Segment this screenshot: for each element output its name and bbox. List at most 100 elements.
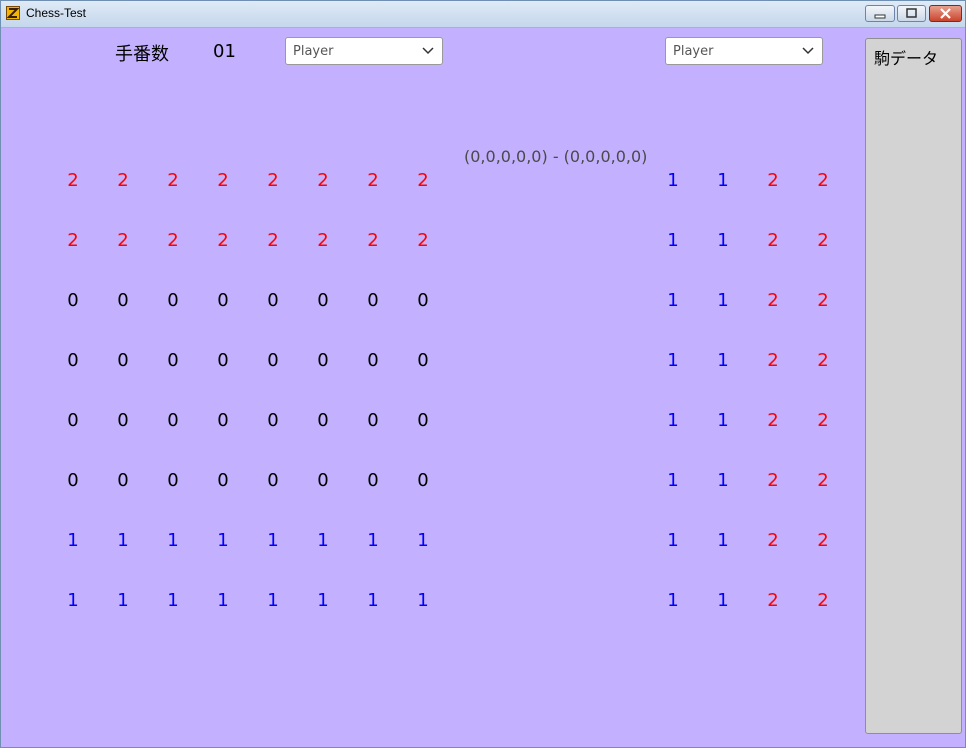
side-board-cell-r2-c3[interactable]: 2 (758, 229, 788, 253)
board-cell-r1-c3[interactable]: 2 (158, 169, 188, 193)
board-cell-r8-c8[interactable]: 1 (408, 589, 438, 613)
board-cell-r1-c7[interactable]: 2 (358, 169, 388, 193)
board-cell-r3-c5[interactable]: 0 (258, 289, 288, 313)
board-cell-r7-c3[interactable]: 1 (158, 529, 188, 553)
side-board-cell-r1-c2[interactable]: 1 (708, 169, 738, 193)
side-board-cell-r5-c2[interactable]: 1 (708, 409, 738, 433)
side-board-cell-r5-c1[interactable]: 1 (658, 409, 688, 433)
side-board-cell-r8-c3[interactable]: 2 (758, 589, 788, 613)
side-board-cell-r6-c3[interactable]: 2 (758, 469, 788, 493)
board-cell-r6-c6[interactable]: 0 (308, 469, 338, 493)
board-cell-r2-c4[interactable]: 2 (208, 229, 238, 253)
side-board-cell-r1-c1[interactable]: 1 (658, 169, 688, 193)
board-cell-r2-c7[interactable]: 2 (358, 229, 388, 253)
board-cell-r1-c6[interactable]: 2 (308, 169, 338, 193)
side-board-cell-r1-c3[interactable]: 2 (758, 169, 788, 193)
board-cell-r3-c3[interactable]: 0 (158, 289, 188, 313)
board-cell-r7-c4[interactable]: 1 (208, 529, 238, 553)
side-board-cell-r4-c1[interactable]: 1 (658, 349, 688, 373)
side-board-cell-r2-c1[interactable]: 1 (658, 229, 688, 253)
side-board-cell-r2-c4[interactable]: 2 (808, 229, 838, 253)
side-board-cell-r7-c1[interactable]: 1 (658, 529, 688, 553)
board-cell-r3-c6[interactable]: 0 (308, 289, 338, 313)
side-board-cell-r4-c3[interactable]: 2 (758, 349, 788, 373)
side-board-cell-r2-c2[interactable]: 1 (708, 229, 738, 253)
board-cell-r4-c7[interactable]: 0 (358, 349, 388, 373)
board-cell-r3-c4[interactable]: 0 (208, 289, 238, 313)
side-board-cell-r5-c4[interactable]: 2 (808, 409, 838, 433)
side-board-cell-r6-c4[interactable]: 2 (808, 469, 838, 493)
side-board-cell-r8-c1[interactable]: 1 (658, 589, 688, 613)
side-board-cell-r4-c2[interactable]: 1 (708, 349, 738, 373)
board-cell-r1-c1[interactable]: 2 (58, 169, 88, 193)
board-cell-r2-c6[interactable]: 2 (308, 229, 338, 253)
side-board-cell-r6-c2[interactable]: 1 (708, 469, 738, 493)
board-cell-r8-c4[interactable]: 1 (208, 589, 238, 613)
side-board-cell-r1-c4[interactable]: 2 (808, 169, 838, 193)
board-cell-r8-c5[interactable]: 1 (258, 589, 288, 613)
board-cell-r4-c8[interactable]: 0 (408, 349, 438, 373)
board-cell-r7-c7[interactable]: 1 (358, 529, 388, 553)
left-player-select[interactable]: Player (285, 37, 443, 65)
right-player-select[interactable]: Player (665, 37, 823, 65)
board-cell-r6-c1[interactable]: 0 (58, 469, 88, 493)
board-cell-r4-c4[interactable]: 0 (208, 349, 238, 373)
side-board-cell-r5-c3[interactable]: 2 (758, 409, 788, 433)
board-cell-r4-c6[interactable]: 0 (308, 349, 338, 373)
board-cell-r5-c8[interactable]: 0 (408, 409, 438, 433)
side-board-cell-r7-c4[interactable]: 2 (808, 529, 838, 553)
board-cell-r8-c2[interactable]: 1 (108, 589, 138, 613)
board-cell-r8-c3[interactable]: 1 (158, 589, 188, 613)
board-cell-r6-c7[interactable]: 0 (358, 469, 388, 493)
side-board-cell-r6-c1[interactable]: 1 (658, 469, 688, 493)
board-cell-r4-c5[interactable]: 0 (258, 349, 288, 373)
close-button[interactable] (929, 5, 962, 22)
side-board-cell-r4-c4[interactable]: 2 (808, 349, 838, 373)
board-cell-r3-c2[interactable]: 0 (108, 289, 138, 313)
board-cell-r3-c7[interactable]: 0 (358, 289, 388, 313)
board-cell-r7-c1[interactable]: 1 (58, 529, 88, 553)
board-cell-r2-c3[interactable]: 2 (158, 229, 188, 253)
board-cell-r8-c1[interactable]: 1 (58, 589, 88, 613)
board-cell-r2-c8[interactable]: 2 (408, 229, 438, 253)
board-cell-r1-c2[interactable]: 2 (108, 169, 138, 193)
side-board-cell-r3-c3[interactable]: 2 (758, 289, 788, 313)
side-board-cell-r3-c4[interactable]: 2 (808, 289, 838, 313)
board-cell-r7-c6[interactable]: 1 (308, 529, 338, 553)
board-cell-r3-c8[interactable]: 0 (408, 289, 438, 313)
side-board-cell-r7-c2[interactable]: 1 (708, 529, 738, 553)
board-cell-r5-c1[interactable]: 0 (58, 409, 88, 433)
board-cell-r8-c6[interactable]: 1 (308, 589, 338, 613)
board-cell-r2-c2[interactable]: 2 (108, 229, 138, 253)
board-cell-r6-c4[interactable]: 0 (208, 469, 238, 493)
board-cell-r1-c4[interactable]: 2 (208, 169, 238, 193)
side-board-cell-r3-c2[interactable]: 1 (708, 289, 738, 313)
board-cell-r1-c5[interactable]: 2 (258, 169, 288, 193)
board-cell-r4-c3[interactable]: 0 (158, 349, 188, 373)
board-cell-r7-c8[interactable]: 1 (408, 529, 438, 553)
board-cell-r4-c2[interactable]: 0 (108, 349, 138, 373)
board-cell-r5-c2[interactable]: 0 (108, 409, 138, 433)
board-cell-r7-c2[interactable]: 1 (108, 529, 138, 553)
board-cell-r5-c6[interactable]: 0 (308, 409, 338, 433)
board-cell-r5-c7[interactable]: 0 (358, 409, 388, 433)
maximize-button[interactable] (897, 5, 926, 22)
side-board-cell-r7-c3[interactable]: 2 (758, 529, 788, 553)
board-cell-r5-c4[interactable]: 0 (208, 409, 238, 433)
board-cell-r1-c8[interactable]: 2 (408, 169, 438, 193)
board-cell-r6-c2[interactable]: 0 (108, 469, 138, 493)
board-cell-r2-c1[interactable]: 2 (58, 229, 88, 253)
board-cell-r7-c5[interactable]: 1 (258, 529, 288, 553)
side-board-cell-r8-c2[interactable]: 1 (708, 589, 738, 613)
title-bar[interactable]: Chess-Test (1, 1, 965, 28)
board-cell-r5-c3[interactable]: 0 (158, 409, 188, 433)
board-cell-r4-c1[interactable]: 0 (58, 349, 88, 373)
board-cell-r2-c5[interactable]: 2 (258, 229, 288, 253)
board-cell-r6-c3[interactable]: 0 (158, 469, 188, 493)
board-cell-r6-c8[interactable]: 0 (408, 469, 438, 493)
minimize-button[interactable] (865, 5, 895, 22)
side-board-cell-r8-c4[interactable]: 2 (808, 589, 838, 613)
board-cell-r5-c5[interactable]: 0 (258, 409, 288, 433)
board-cell-r3-c1[interactable]: 0 (58, 289, 88, 313)
side-board-cell-r3-c1[interactable]: 1 (658, 289, 688, 313)
